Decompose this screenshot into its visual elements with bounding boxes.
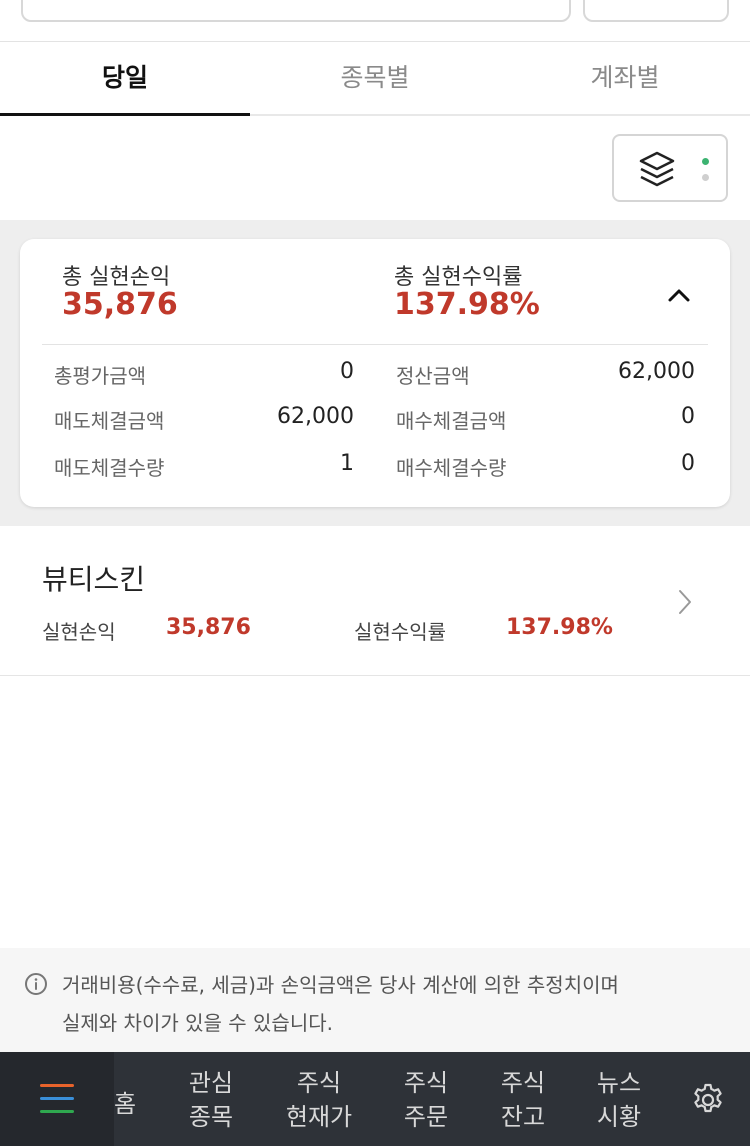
- stock-pl-value: 35,876: [166, 615, 251, 640]
- buy-exec-qty-value: 0: [681, 451, 695, 476]
- menu-button[interactable]: [0, 1052, 114, 1146]
- total-eval-amount-value: 0: [340, 359, 354, 384]
- stock-return-label: 실현수익률: [354, 620, 446, 644]
- disclaimer-notice: 거래비용(수수료, 세금)과 손익금액은 당사 계산에 의한 추정치이며 실제와…: [0, 948, 750, 1052]
- nav-balance-line2: 잔고: [500, 1103, 546, 1131]
- tab-bar: 당일 종목별 계좌별: [0, 42, 750, 116]
- total-realized-pl-value: 35,876: [62, 287, 178, 322]
- disclaimer-line-1: 거래비용(수수료, 세금)과 손익금액은 당사 계산에 의한 추정치이며: [62, 973, 619, 997]
- nav-news-line1: 뉴스: [596, 1069, 642, 1097]
- disclaimer-text: 거래비용(수수료, 세금)과 손익금액은 당사 계산에 의한 추정치이며 실제와…: [62, 966, 722, 1042]
- tab-today[interactable]: 당일: [0, 42, 250, 116]
- query-button[interactable]: [583, 0, 729, 22]
- nav-current-price-line1: 주식: [296, 1069, 342, 1097]
- view-toggle-button[interactable]: [612, 134, 728, 202]
- nav-order-line2: 주문: [403, 1103, 449, 1131]
- total-return-value: 137.98%: [394, 287, 540, 322]
- summary-divider: [42, 344, 708, 345]
- menu-bar-orange: [40, 1084, 74, 1087]
- total-eval-amount-label: 총평가금액: [54, 364, 146, 388]
- nav-news-line2: 시황: [596, 1103, 642, 1131]
- buy-exec-amount-value: 0: [681, 404, 695, 429]
- tab-by-account[interactable]: 계좌별: [500, 42, 750, 114]
- collapse-caret-icon[interactable]: [664, 283, 694, 307]
- top-filter-strip: [0, 0, 750, 42]
- nav-watchlist-line2: 종목: [188, 1103, 234, 1131]
- sell-exec-amount-value: 62,000: [277, 404, 354, 429]
- nav-watchlist[interactable]: 관심 종목: [178, 1066, 244, 1134]
- nav-current-price[interactable]: 주식 현재가: [278, 1066, 360, 1134]
- status-dot-active: [702, 158, 709, 165]
- stock-pl-label: 실현손익: [42, 620, 116, 644]
- stock-list-item[interactable]: 뷰티스킨 실현손익 35,876 실현수익률 137.98%: [0, 526, 750, 676]
- nav-order-line1: 주식: [403, 1069, 449, 1097]
- chevron-right-icon: [679, 590, 691, 614]
- gear-icon[interactable]: [690, 1082, 726, 1118]
- stock-name: 뷰티스킨: [42, 563, 146, 596]
- summary-section: 총 실현손익 35,876 총 실현수익률 137.98% 총평가금액 0 정산…: [0, 220, 750, 526]
- menu-bar-blue: [40, 1097, 74, 1100]
- nav-order[interactable]: 주식 주문: [393, 1066, 459, 1134]
- info-icon: [25, 973, 47, 995]
- buy-exec-amount-label: 매수체결금액: [396, 409, 507, 433]
- settlement-amount-label: 정산금액: [396, 364, 470, 388]
- nav-balance[interactable]: 주식 잔고: [490, 1066, 556, 1134]
- sell-exec-qty-label: 매도체결수량: [54, 456, 165, 480]
- nav-news[interactable]: 뉴스 시황: [586, 1066, 652, 1134]
- buy-exec-qty-label: 매수체결수량: [396, 456, 507, 480]
- settlement-amount-value: 62,000: [618, 359, 695, 384]
- toolbar: [0, 116, 750, 220]
- nav-home[interactable]: 홈: [114, 1084, 136, 1119]
- status-dot-inactive: [702, 174, 709, 181]
- nav-watchlist-line1: 관심: [188, 1069, 234, 1097]
- nav-balance-line1: 주식: [500, 1069, 546, 1097]
- menu-bar-green: [40, 1110, 74, 1113]
- stock-return-value: 137.98%: [506, 615, 613, 640]
- sell-exec-amount-label: 매도체결금액: [54, 409, 165, 433]
- tab-by-stock[interactable]: 종목별: [250, 42, 500, 114]
- account-selector[interactable]: [21, 0, 571, 22]
- bottom-nav: 홈 관심 종목 주식 현재가 주식 주문 주식 잔고 뉴스 시황: [0, 1052, 750, 1146]
- nav-current-price-line2: 현재가: [285, 1103, 353, 1131]
- disclaimer-line-2: 실제와 차이가 있을 수 있습니다.: [62, 1011, 333, 1035]
- layers-icon: [639, 151, 675, 187]
- sell-exec-qty-value: 1: [340, 451, 354, 476]
- summary-card: 총 실현손익 35,876 총 실현수익률 137.98% 총평가금액 0 정산…: [20, 239, 730, 507]
